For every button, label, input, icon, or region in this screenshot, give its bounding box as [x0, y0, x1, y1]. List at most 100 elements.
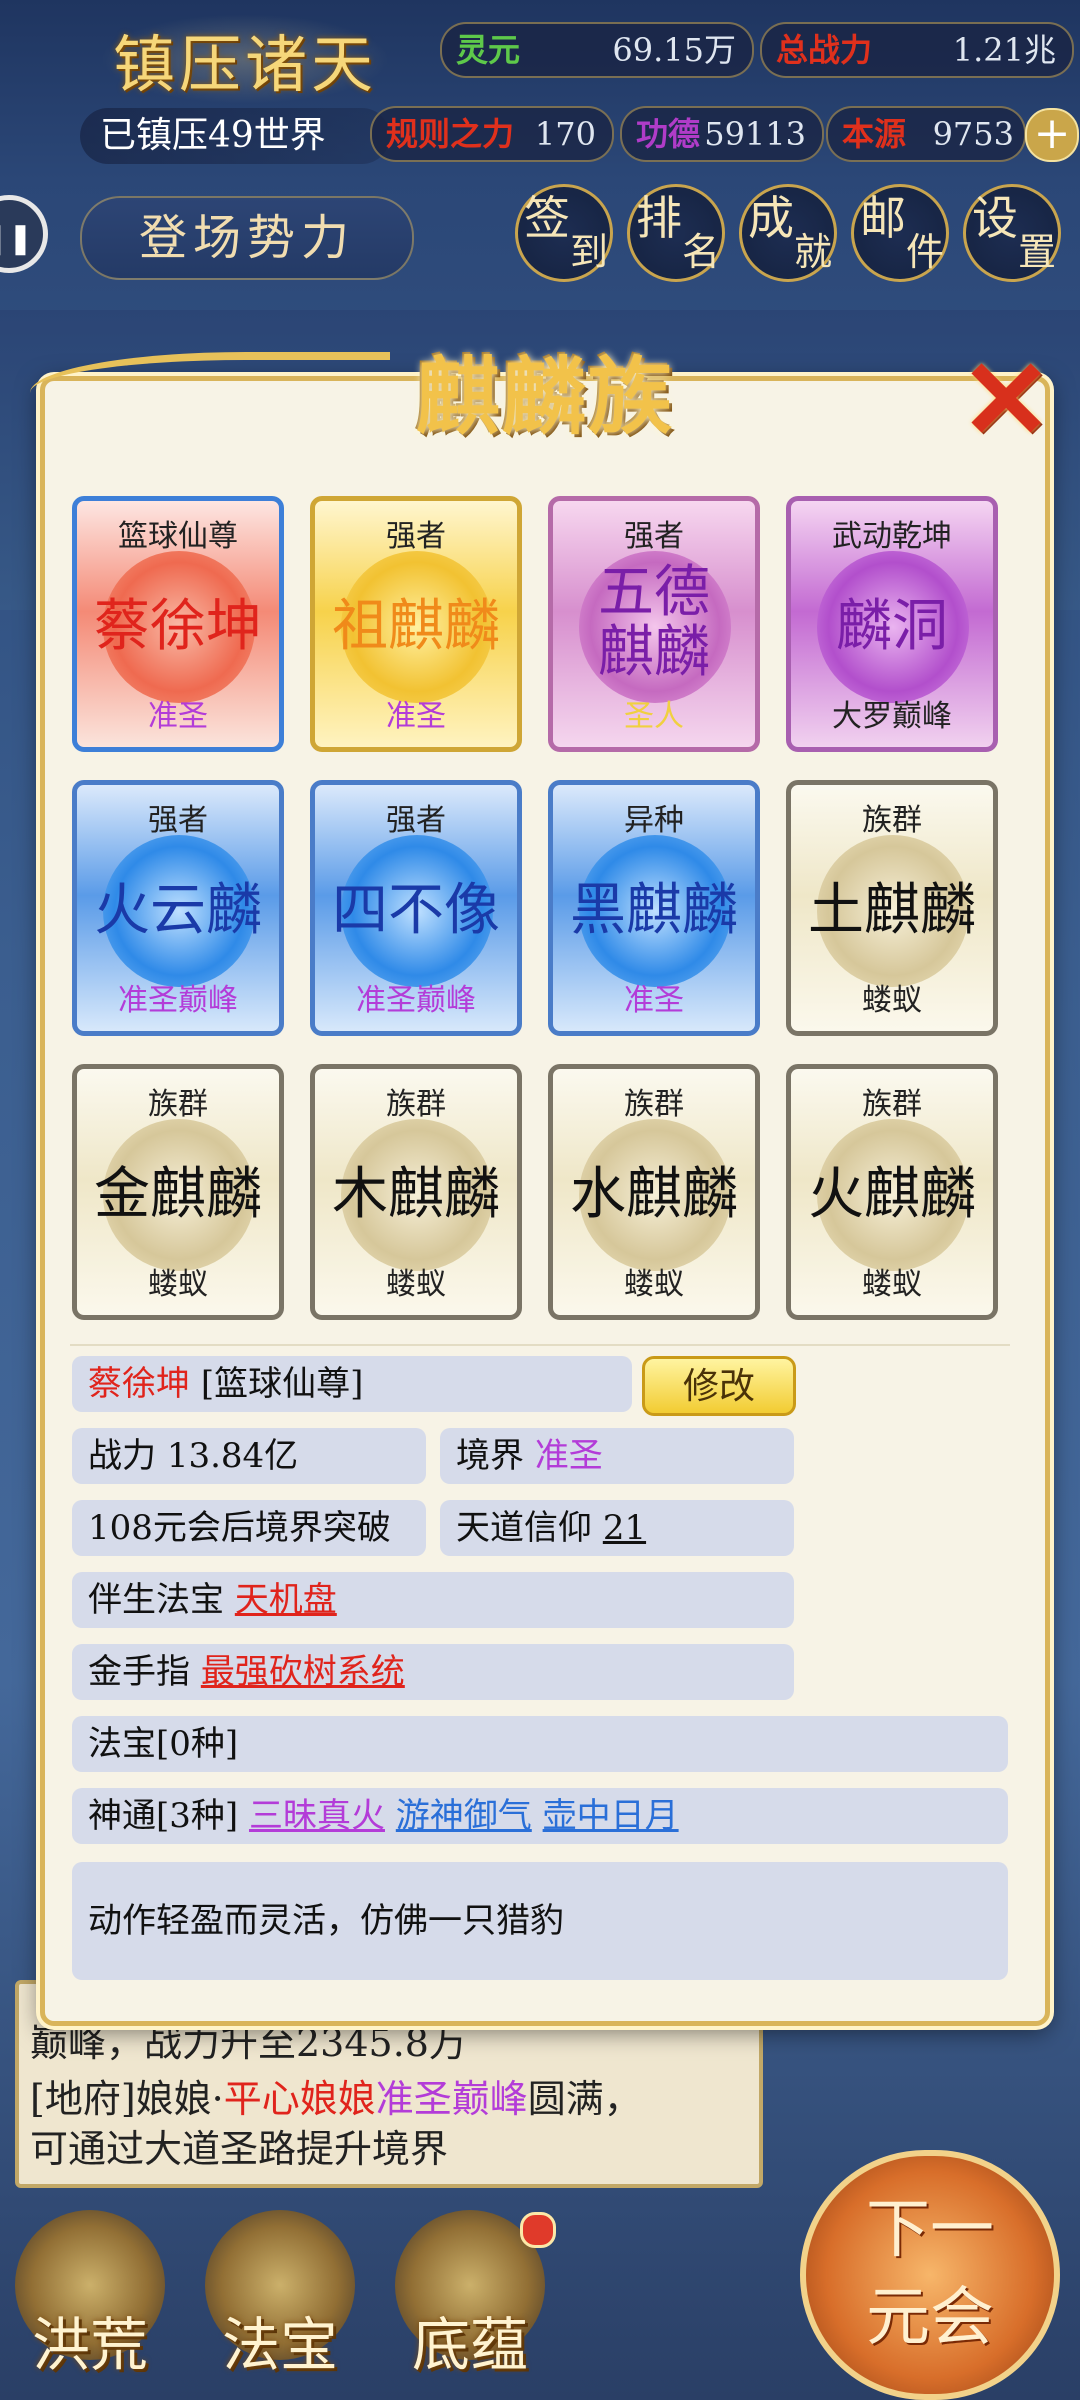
- notification-dot: [520, 2212, 556, 2248]
- member-title: [篮球仙尊]: [200, 1364, 364, 1404]
- realm-value: 准圣: [534, 1436, 603, 1476]
- card-rank: 族群: [624, 1087, 684, 1122]
- card-name: 麟洞: [836, 594, 948, 659]
- stat-value: 69.15万: [612, 31, 736, 69]
- member-card[interactable]: 族群 土麒麟 蝼蚁: [786, 780, 998, 1036]
- card-name: 土麒麟: [808, 878, 976, 943]
- member-card[interactable]: 族群 金麒麟 蝼蚁: [72, 1064, 284, 1320]
- suppressed-worlds: 已镇压49世界: [80, 108, 390, 164]
- log-line: [地府]娘娘·平心娘娘准圣巅峰圆满，: [30, 2068, 642, 2123]
- power-value: 13.84亿: [166, 1436, 299, 1476]
- ranking-button[interactable]: 排 名: [627, 184, 725, 282]
- faction-button[interactable]: 登场势力: [80, 196, 414, 280]
- card-name: 祖麒麟: [332, 594, 500, 659]
- stat-label: 本源: [842, 115, 907, 153]
- card-name: 水麒麟: [570, 1162, 738, 1227]
- stat-label: 总战力: [776, 31, 873, 69]
- button-char: 排: [636, 191, 682, 245]
- log-realm: 准圣巅峰: [375, 2077, 528, 2121]
- member-card[interactable]: 篮球仙尊 蔡徐坤 准圣: [72, 496, 284, 752]
- log-text: 可通过大道圣路提升境界: [30, 2127, 449, 2171]
- next-line: 下一: [866, 2193, 994, 2267]
- stat-label: 规则之力: [386, 115, 515, 153]
- realm-row: 境界 准圣: [440, 1428, 794, 1484]
- member-card[interactable]: 武动乾坤 麟洞 大罗巅峰: [786, 496, 998, 752]
- skill-link[interactable]: 游神御气: [396, 1796, 532, 1836]
- log-text: 巅峰，战力升至2345.8万: [30, 2021, 467, 2065]
- achievement-button[interactable]: 成 就: [739, 184, 837, 282]
- realm-label: 境界: [456, 1436, 524, 1476]
- card-realm: 蝼蚁: [624, 1267, 684, 1302]
- skills-label: 神通[3种]: [88, 1796, 239, 1836]
- edit-button[interactable]: 修改: [642, 1356, 796, 1416]
- skills-row: 神通[3种] 三昧真火 游神御气 壶中日月: [72, 1788, 1008, 1844]
- member-name: 蔡徐坤: [88, 1364, 190, 1404]
- next-line: 元会: [866, 2281, 994, 2355]
- stat-label: 灵元: [456, 31, 521, 69]
- log-text: 圆满，: [527, 2077, 642, 2121]
- card-realm: 准圣: [386, 699, 446, 734]
- nav-label: 洪荒: [31, 2311, 148, 2379]
- next-era-button[interactable]: 下一 元会: [800, 2150, 1060, 2400]
- member-card[interactable]: 强者 祖麒麟 准圣: [310, 496, 522, 752]
- card-name: 蔡徐坤: [94, 594, 262, 659]
- stat-total-power: 总战力 1.21兆: [760, 22, 1074, 78]
- faith-row: 天道信仰 21: [440, 1500, 794, 1556]
- card-rank: 武动乾坤: [832, 519, 952, 554]
- member-card[interactable]: 族群 水麒麟 蝼蚁: [548, 1064, 760, 1320]
- power-label: 战力: [88, 1436, 156, 1476]
- card-rank: 强者: [624, 519, 684, 554]
- nav-honghuang[interactable]: 洪荒: [0, 2200, 180, 2400]
- card-rank: 族群: [386, 1087, 446, 1122]
- artifacts-row: 法宝[0种]: [72, 1716, 1008, 1772]
- card-rank: 族群: [862, 803, 922, 838]
- treasure-link[interactable]: 天机盘: [235, 1580, 337, 1620]
- nav-treasure[interactable]: 法宝: [190, 2200, 370, 2400]
- member-card[interactable]: 强者 四不像 准圣巅峰: [310, 780, 522, 1036]
- card-name: 黑麒麟: [570, 878, 738, 943]
- log-name: 平心娘娘: [223, 2077, 376, 2121]
- member-card[interactable]: 族群 火麒麟 蝼蚁: [786, 1064, 998, 1320]
- member-card[interactable]: 强者 火云麟 准圣巅峰: [72, 780, 284, 1036]
- member-card[interactable]: 族群 木麒麟 蝼蚁: [310, 1064, 522, 1320]
- button-char: 置: [1017, 230, 1056, 274]
- card-rank: 强者: [386, 803, 446, 838]
- settings-button[interactable]: 设 置: [963, 184, 1061, 282]
- add-origin-button[interactable]: +: [1025, 108, 1079, 162]
- faith-value[interactable]: 21: [603, 1508, 646, 1548]
- skill-link[interactable]: 三昧真火: [249, 1796, 385, 1836]
- breakthrough-row: 108元会后境界突破: [72, 1500, 426, 1556]
- power-row: 战力 13.84亿: [72, 1428, 426, 1484]
- stat-rule-power: 规则之力 170: [370, 106, 614, 162]
- button-char: 设: [972, 191, 1018, 245]
- button-char: 名: [681, 230, 720, 274]
- faith-label: 天道信仰: [456, 1508, 592, 1548]
- card-rank: 强者: [386, 519, 446, 554]
- skill-link[interactable]: 壶中日月: [543, 1796, 679, 1836]
- description-text: 动作轻盈而灵活，仿佛一只猎豹: [88, 1901, 564, 1941]
- description-box: 动作轻盈而灵活，仿佛一只猎豹: [72, 1862, 1008, 1980]
- member-card[interactable]: 异种 黑麒麟 准圣: [548, 780, 760, 1036]
- card-name: 五德麒麟: [598, 560, 710, 685]
- stat-value: 9753: [932, 115, 1014, 153]
- treasure-row: 伴生法宝 天机盘: [72, 1572, 794, 1628]
- log-text: [地府]娘娘·: [30, 2077, 224, 2121]
- game-title: 镇压诸天: [100, 14, 390, 104]
- stat-value: 170: [534, 115, 596, 153]
- cheat-row: 金手指 最强砍树系统: [72, 1644, 794, 1700]
- close-icon[interactable]: ✕: [960, 345, 1052, 455]
- card-name: 金麒麟: [94, 1162, 262, 1227]
- button-char: 到: [569, 230, 608, 274]
- member-card[interactable]: 强者 五德麒麟 圣人: [548, 496, 760, 752]
- cheat-link[interactable]: 最强砍树系统: [201, 1652, 405, 1692]
- stat-value: 59113: [704, 115, 806, 153]
- stat-merit: 功德 59113: [620, 106, 824, 162]
- checkin-button[interactable]: 签 到: [515, 184, 613, 282]
- mail-button[interactable]: 邮 件: [851, 184, 949, 282]
- stat-label: 功德: [636, 115, 701, 153]
- button-char: 邮: [860, 191, 906, 245]
- cheat-label: 金手指: [88, 1652, 190, 1692]
- card-name: 火麒麟: [808, 1162, 976, 1227]
- nav-label: 法宝: [221, 2311, 338, 2379]
- card-rank: 强者: [148, 803, 208, 838]
